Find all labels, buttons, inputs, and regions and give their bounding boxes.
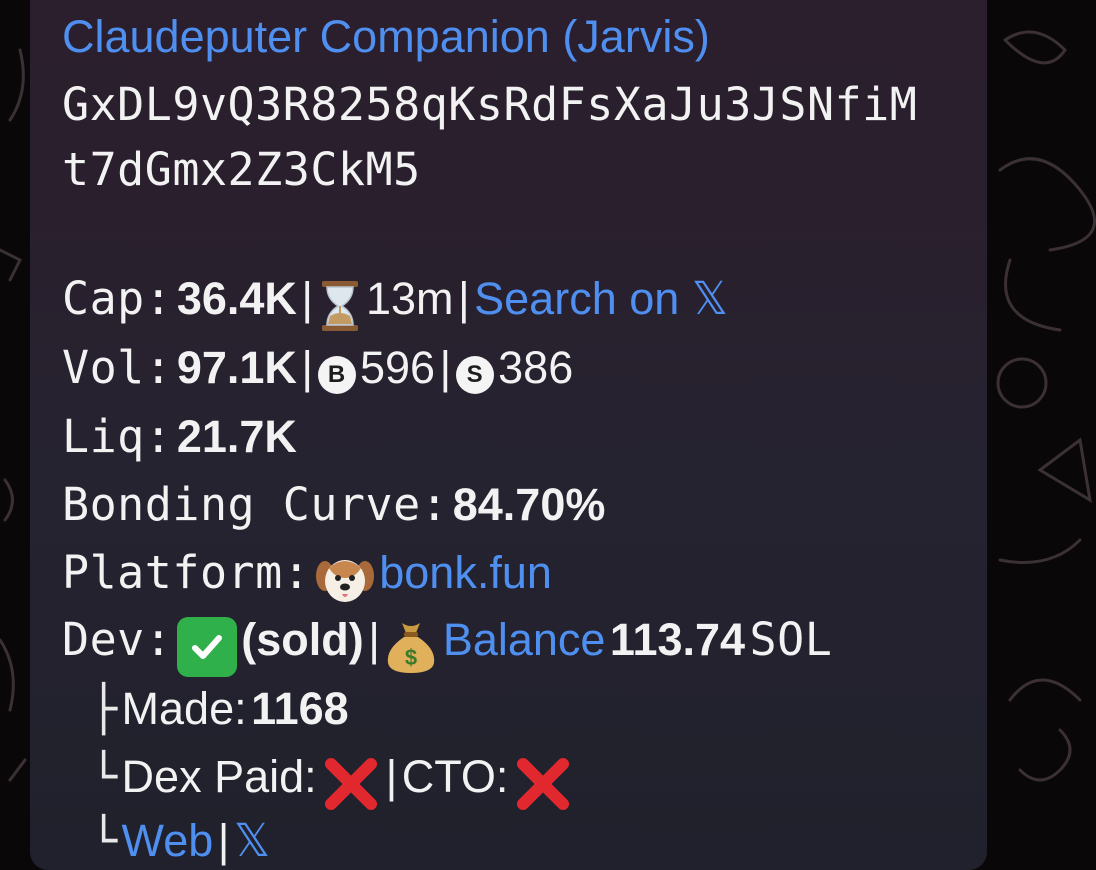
age-value: 13m [365,273,454,324]
platform-row: Platform: bonk.fun [62,550,552,610]
platform-link[interactable]: bonk.fun [379,547,552,598]
dev-balance-unit: SOL [749,613,833,666]
svg-text:$: $ [405,645,417,670]
token-address-line-1[interactable]: GxDL9vQ3R8258qKsRdFsXaJu3JSNfiM [62,82,917,127]
cross-mark-icon [321,757,381,816]
dex-paid-label: Dex Paid: [121,751,317,802]
cross-mark-icon [513,757,573,816]
bonding-curve-value: 84.70% [452,479,606,530]
tree-branch: ├ [90,682,118,735]
dog-face-icon [315,558,375,610]
liq-value: 21.7K [176,411,297,462]
platform-label: Platform: [62,546,311,599]
dev-balance-value: 113.74 [609,614,746,665]
vol-row: Vol: 97.1K | B 596 | S 386 [62,345,573,398]
hourglass-icon [318,280,362,336]
web-link[interactable]: Web [122,815,214,866]
bonding-curve-label: Bonding Curve: [62,478,449,531]
vol-label: Vol: [62,341,173,394]
sells-count: 386 [498,342,574,393]
bot-name-link[interactable]: Claudeputer Companion (Jarvis) [62,14,710,59]
cap-label: Cap: [62,272,173,325]
check-mark-icon [176,616,237,677]
separator: | [385,751,398,802]
dex-row: └ Dex Paid: | CTO: [90,754,573,816]
tree-branch: └ [90,750,118,803]
dev-status: (sold) [241,614,364,665]
x-link[interactable]: 𝕏 [234,815,270,866]
separator: | [368,614,380,665]
buys-count: 596 [359,342,436,393]
dev-balance-link[interactable]: Balance [443,614,606,665]
search-on-x-link[interactable]: Search on 𝕏 [474,273,728,324]
separator: | [457,273,470,324]
links-row: └ Web | 𝕏 [90,818,270,863]
cto-label: CTO: [401,751,509,802]
dev-label: Dev: [62,613,173,666]
dev-row: Dev: (sold) | $ Balance 113.74 SOL [62,614,832,681]
separator: | [217,815,230,866]
liq-label: Liq: [62,410,173,463]
cap-value: 36.4K [176,273,297,324]
sell-badge-icon: S [455,355,494,394]
made-label: Made: [121,683,247,734]
tree-branch: └ [90,814,118,867]
vol-value: 97.1K [176,342,297,393]
cap-row: Cap: 36.4K | 13m | Search on 𝕏 [62,276,728,336]
buy-badge-icon: B [317,355,356,394]
made-row: ├ Made: 1168 [90,686,349,731]
liq-row: Liq: 21.7K [62,414,297,459]
separator: | [439,342,452,393]
made-value: 1168 [251,683,349,734]
money-bag-icon: $ [384,622,438,679]
separator: | [301,342,314,393]
token-address-line-2[interactable]: t7dGmx2Z3CkM5 [62,147,421,192]
separator: | [301,273,314,324]
bonding-curve-row: Bonding Curve: 84.70% [62,482,605,527]
